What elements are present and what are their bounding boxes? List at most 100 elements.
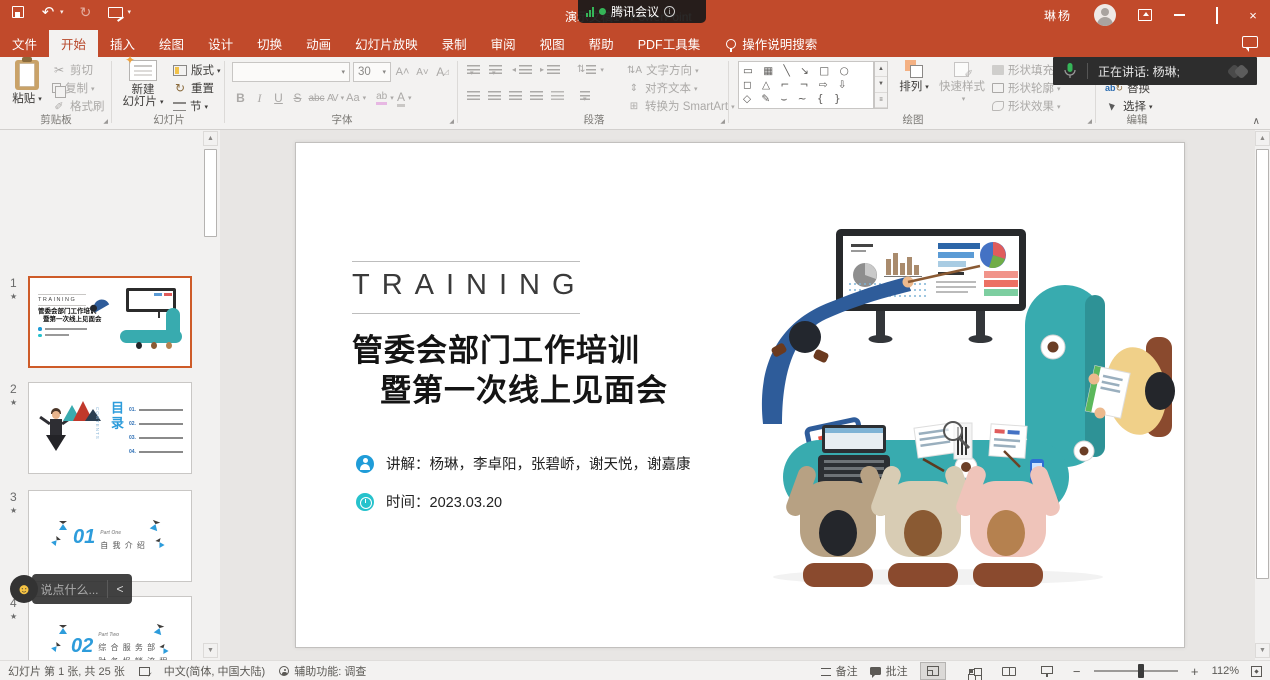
- comments-bubble-icon[interactable]: [1242, 36, 1258, 48]
- tab-animations[interactable]: 动画: [294, 30, 343, 57]
- tab-file[interactable]: 文件: [0, 30, 49, 57]
- zoom-slider-thumb[interactable]: [1138, 664, 1144, 678]
- chat-collapse-button[interactable]: <: [108, 582, 132, 596]
- thumbnail-scroll-up-icon[interactable]: ▲: [203, 131, 218, 146]
- reading-view-button[interactable]: [996, 662, 1022, 680]
- undo-button[interactable]: [40, 4, 56, 20]
- zoom-slider[interactable]: [1094, 670, 1178, 672]
- slide-scrollbar-thumb[interactable]: [1256, 149, 1269, 579]
- slide-canvas[interactable]: TRAINING 管委会部门工作培训 暨第一次线上见面会 讲解：杨琳，李卓阳，张…: [295, 142, 1185, 648]
- cut-button[interactable]: 剪切: [52, 61, 105, 79]
- strikethrough-button[interactable]: [308, 89, 325, 107]
- paste-button[interactable]: 粘贴: [4, 60, 50, 118]
- comments-button[interactable]: 批注: [870, 663, 908, 679]
- clear-formatting-button[interactable]: [434, 63, 451, 81]
- account-name[interactable]: 琳杨: [1044, 7, 1072, 24]
- drawing-dialog-launcher[interactable]: ◢: [1087, 118, 1092, 125]
- save-button[interactable]: [10, 4, 26, 20]
- thumbnail-scrollbar-thumb[interactable]: [204, 149, 217, 237]
- start-presentation-button[interactable]: [108, 4, 124, 20]
- slide-scroll-up-icon[interactable]: ▲: [1255, 131, 1270, 146]
- slide-thumbnail-2[interactable]: CONTENTS 目录 01. 02. 03. 04.: [28, 382, 192, 474]
- decrease-indent-button[interactable]: [519, 65, 532, 75]
- undo-dropdown-icon[interactable]: ▾: [60, 8, 64, 16]
- tab-record[interactable]: 录制: [430, 30, 479, 57]
- zoom-out-button[interactable]: −: [1072, 664, 1082, 679]
- clipboard-dialog-launcher[interactable]: ◢: [103, 118, 108, 125]
- emoji-button[interactable]: [10, 575, 38, 603]
- copy-button[interactable]: 复制: [52, 79, 105, 97]
- grow-font-button[interactable]: [394, 63, 411, 81]
- thumbnail-scroll-down-icon[interactable]: ▼: [203, 643, 218, 658]
- new-slide-button[interactable]: 新建幻灯片: [117, 60, 169, 118]
- minimize-button[interactable]: [1174, 14, 1188, 16]
- quick-styles-button[interactable]: 快速样式: [936, 60, 988, 118]
- collapse-ribbon-icon[interactable]: ∧: [1253, 116, 1260, 127]
- tab-design[interactable]: 设计: [196, 30, 245, 57]
- slide-scroll-down-icon[interactable]: ▼: [1255, 643, 1270, 658]
- tab-view[interactable]: 视图: [528, 30, 577, 57]
- tab-draw[interactable]: 绘图: [147, 30, 196, 57]
- thumbnail-scrollbar[interactable]: ▲ ▼: [203, 130, 218, 660]
- bold-button[interactable]: [232, 89, 249, 107]
- fit-slide-to-window-icon[interactable]: [1251, 666, 1262, 677]
- align-right-button[interactable]: [509, 91, 522, 101]
- shape-fill-button[interactable]: 形状填充: [992, 61, 1061, 79]
- reset-button[interactable]: 重置: [173, 79, 221, 97]
- slide-area-scrollbar[interactable]: ▲ ▼: [1255, 130, 1270, 660]
- zoom-in-button[interactable]: +: [1190, 664, 1200, 679]
- shapes-gallery[interactable]: ▭ ▦ ╲ ↘ □ ○ ◻ △ ⌐ ¬ ⇨ ⇩ ◇ ✎ ⌣ ~ { } ▲▼≡: [738, 61, 874, 109]
- close-button[interactable]: ×: [1246, 8, 1260, 23]
- align-center-button[interactable]: [488, 91, 501, 101]
- italic-button[interactable]: [251, 89, 268, 107]
- tell-me-search[interactable]: 操作说明搜索: [726, 30, 817, 57]
- numbering-button[interactable]: [489, 65, 502, 75]
- meeting-chat-input[interactable]: 说点什么...: [32, 581, 107, 598]
- shadow-button[interactable]: [289, 89, 306, 107]
- restore-button[interactable]: [1210, 8, 1224, 23]
- distribute-button[interactable]: [551, 91, 564, 101]
- tab-home[interactable]: 开始: [49, 30, 98, 57]
- highlight-color-button[interactable]: [376, 89, 394, 107]
- slide-thumbnail-1[interactable]: TRAINING 管委会部门工作培训 暨第一次线上见面会: [28, 276, 192, 368]
- align-left-button[interactable]: [467, 91, 480, 101]
- tab-help[interactable]: 帮助: [577, 30, 626, 57]
- accessibility-status[interactable]: 辅助功能: 调查: [279, 663, 366, 679]
- font-size-combo[interactable]: 30: [353, 62, 391, 82]
- tab-transitions[interactable]: 切换: [245, 30, 294, 57]
- underline-button[interactable]: [270, 89, 287, 107]
- tab-pdf-tools[interactable]: PDF工具集: [626, 30, 713, 57]
- columns-button[interactable]: [580, 91, 590, 101]
- slideshow-view-button[interactable]: [1034, 662, 1060, 680]
- slide-thumbnail-4[interactable]: 02 Part Two综 合 服 务 部财 务 报 销 流 程: [28, 596, 192, 660]
- align-text-button[interactable]: ⇕对齐文本: [627, 79, 735, 97]
- text-direction-button[interactable]: ⇅A文字方向: [627, 61, 735, 79]
- shapes-gallery-scroll[interactable]: ▲▼≡: [874, 61, 888, 109]
- tab-slideshow[interactable]: 幻灯片放映: [343, 30, 430, 57]
- language-indicator[interactable]: 中文(简体, 中国大陆): [164, 663, 265, 679]
- slide-sorter-view-button[interactable]: [958, 662, 984, 680]
- normal-view-button[interactable]: [920, 662, 946, 680]
- increase-indent-button[interactable]: [547, 65, 560, 75]
- shape-outline-button[interactable]: 形状轮廓: [992, 79, 1061, 97]
- paragraph-dialog-launcher[interactable]: ◢: [720, 118, 725, 125]
- change-case-button[interactable]: [346, 89, 366, 107]
- tab-insert[interactable]: 插入: [98, 30, 147, 57]
- font-dialog-launcher[interactable]: ◢: [449, 118, 454, 125]
- redo-button[interactable]: [78, 4, 94, 20]
- justify-button[interactable]: [530, 91, 543, 101]
- meeting-info-icon[interactable]: i: [664, 6, 675, 17]
- qat-customize-button[interactable]: ▾: [128, 8, 132, 16]
- spellcheck-icon[interactable]: [139, 667, 150, 676]
- font-color-button[interactable]: [396, 89, 413, 107]
- ribbon-display-options-icon[interactable]: [1138, 9, 1152, 21]
- tab-review[interactable]: 审阅: [479, 30, 528, 57]
- tencent-meeting-pill[interactable]: 腾讯会议 i: [578, 0, 706, 23]
- shrink-font-button[interactable]: [414, 63, 431, 81]
- slide-thumbnail-3[interactable]: 01 Part One自 我 介 绍: [28, 490, 192, 582]
- font-name-combo[interactable]: [232, 62, 350, 82]
- bullets-button[interactable]: [467, 65, 480, 75]
- notes-button[interactable]: 备注: [821, 663, 858, 679]
- character-spacing-button[interactable]: [327, 89, 344, 107]
- account-avatar[interactable]: [1094, 4, 1116, 26]
